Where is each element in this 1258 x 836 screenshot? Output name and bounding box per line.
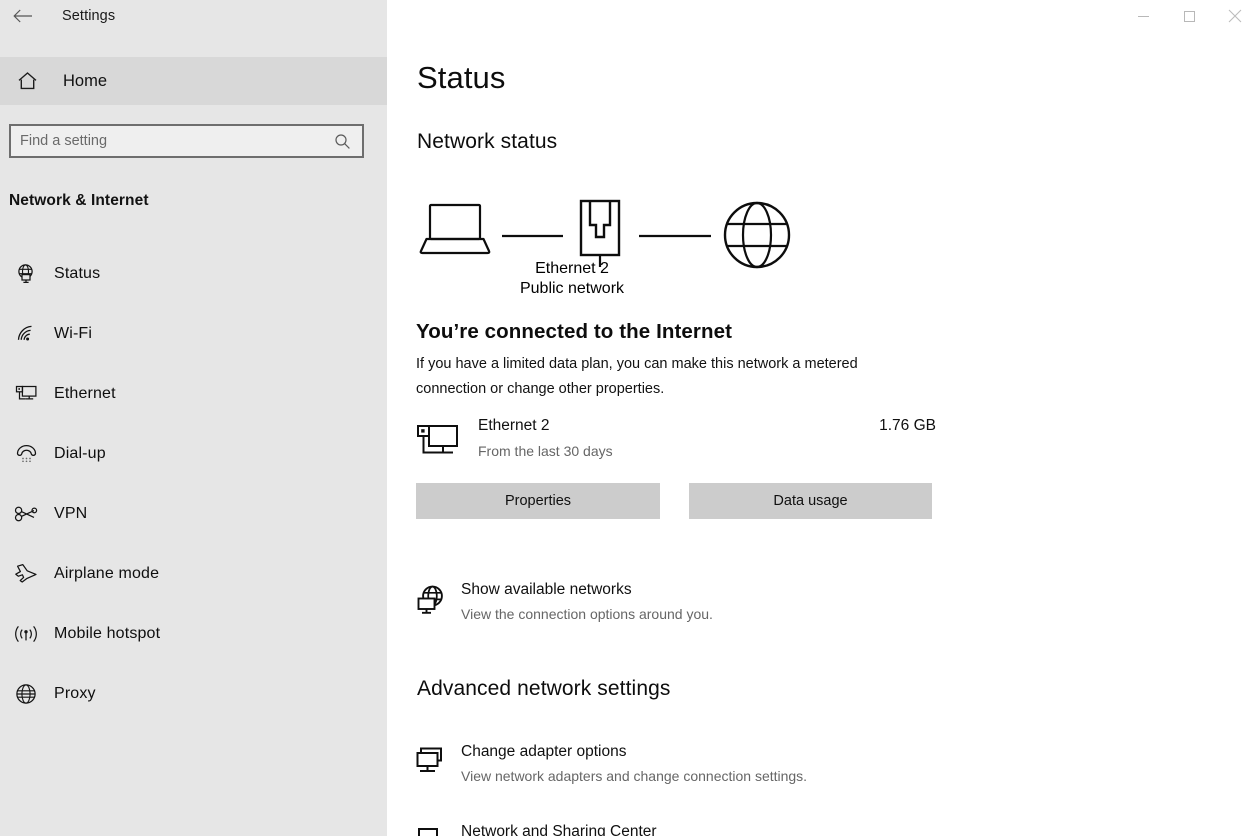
data-usage-button[interactable]: Data usage [689, 483, 932, 519]
close-button[interactable] [1212, 0, 1258, 32]
globe-monitor-icon [6, 263, 46, 285]
maximize-button[interactable] [1166, 0, 1212, 32]
minimize-icon [1137, 15, 1149, 17]
settings-window: Settings Home Find a setting Network & I… [0, 0, 1258, 836]
sidebar-item-mobile-hotspot[interactable]: Mobile hotspot [0, 604, 387, 664]
diagram-caption-network-name: Ethernet 2 [535, 260, 609, 277]
sidebar-item-dialup[interactable]: Dial-up [0, 424, 387, 484]
connection-subtitle: From the last 30 days [478, 443, 613, 459]
sidebar-item-label: Ethernet [54, 385, 116, 402]
network-sharing-center-link[interactable]: Network and Sharing Center [416, 823, 1056, 836]
sidebar-item-label: Dial-up [54, 445, 106, 462]
sidebar-item-label: VPN [54, 505, 88, 522]
sidebar-item-ethernet[interactable]: Ethernet [0, 364, 387, 424]
network-status-heading: Network status [417, 130, 558, 153]
link-title: Show available networks [461, 581, 632, 598]
network-port-icon [579, 199, 621, 267]
page-title: Status [417, 60, 506, 95]
search-box[interactable] [9, 124, 364, 158]
connection-data-usage: 1.76 GB [879, 417, 936, 434]
sidebar-item-airplane-mode[interactable]: Airplane mode [0, 544, 387, 604]
window-controls [1120, 0, 1258, 32]
show-available-networks-link[interactable]: Show available networks View the connect… [416, 581, 1056, 627]
sidebar-item-home[interactable]: Home [0, 57, 387, 105]
advanced-settings-heading: Advanced network settings [417, 677, 671, 700]
title-bar: Settings [0, 0, 1258, 32]
home-icon [4, 71, 50, 91]
connection-actions: Properties Data usage [416, 483, 976, 519]
link-description: View the connection options around you. [461, 606, 713, 622]
globe-monitor-icon [416, 584, 456, 616]
dialup-phone-icon [6, 444, 46, 465]
ethernet-adapter-icon [416, 421, 461, 461]
airplane-icon [6, 563, 46, 585]
vpn-key-icon [6, 504, 46, 524]
laptop-icon [419, 203, 491, 255]
link-title: Network and Sharing Center [461, 823, 657, 836]
home-label: Home [63, 71, 108, 90]
change-adapter-options-link[interactable]: Change adapter options View network adap… [416, 743, 1056, 789]
sidebar-item-label: Status [54, 265, 101, 282]
adapter-options-icon [416, 746, 456, 778]
ethernet-icon [6, 384, 46, 405]
back-button[interactable] [0, 0, 46, 32]
connection-name: Ethernet 2 [478, 417, 550, 434]
connection-summary: Ethernet 2 From the last 30 days 1.76 GB [416, 417, 936, 467]
connected-status-heading: You’re connected to the Internet [416, 320, 733, 343]
search-input[interactable] [11, 133, 334, 149]
sidebar-item-vpn[interactable]: VPN [0, 484, 387, 544]
sharing-center-icon [416, 826, 456, 836]
title-bar-left: Settings [0, 0, 387, 32]
sidebar-item-label: Airplane mode [54, 565, 160, 582]
sidebar-nav: Status Wi-Fi Ethernet Dial-up VPN Airpla… [0, 244, 387, 724]
back-arrow-icon [13, 9, 32, 23]
sidebar-item-wifi[interactable]: Wi-Fi [0, 304, 387, 364]
wifi-icon [6, 323, 46, 345]
sidebar: Home Network & Internet [0, 32, 387, 836]
minimize-button[interactable] [1120, 0, 1166, 32]
sidebar-item-status[interactable]: Status [0, 244, 387, 304]
hotspot-icon [6, 623, 46, 645]
sidebar-item-label: Wi-Fi [54, 325, 93, 342]
window-title: Settings [62, 8, 116, 24]
search-icon[interactable] [334, 133, 351, 150]
close-icon [1228, 9, 1242, 23]
sidebar-item-label: Mobile hotspot [54, 625, 161, 642]
maximize-icon [1183, 10, 1195, 22]
main-content: Status Network status Ethernet 2 Public … [387, 32, 1258, 836]
sidebar-item-proxy[interactable]: Proxy [0, 664, 387, 724]
sidebar-item-label: Proxy [54, 685, 96, 702]
diagram-caption-network-type: Public network [519, 280, 625, 297]
globe-icon [6, 683, 46, 705]
connected-status-description: If you have a limited data plan, you can… [416, 356, 858, 397]
properties-button[interactable]: Properties [416, 483, 660, 519]
globe-icon [723, 201, 791, 269]
link-description: View network adapters and change connect… [461, 768, 808, 784]
link-title: Change adapter options [461, 743, 627, 760]
sidebar-section-label: Network & Internet [9, 192, 149, 209]
